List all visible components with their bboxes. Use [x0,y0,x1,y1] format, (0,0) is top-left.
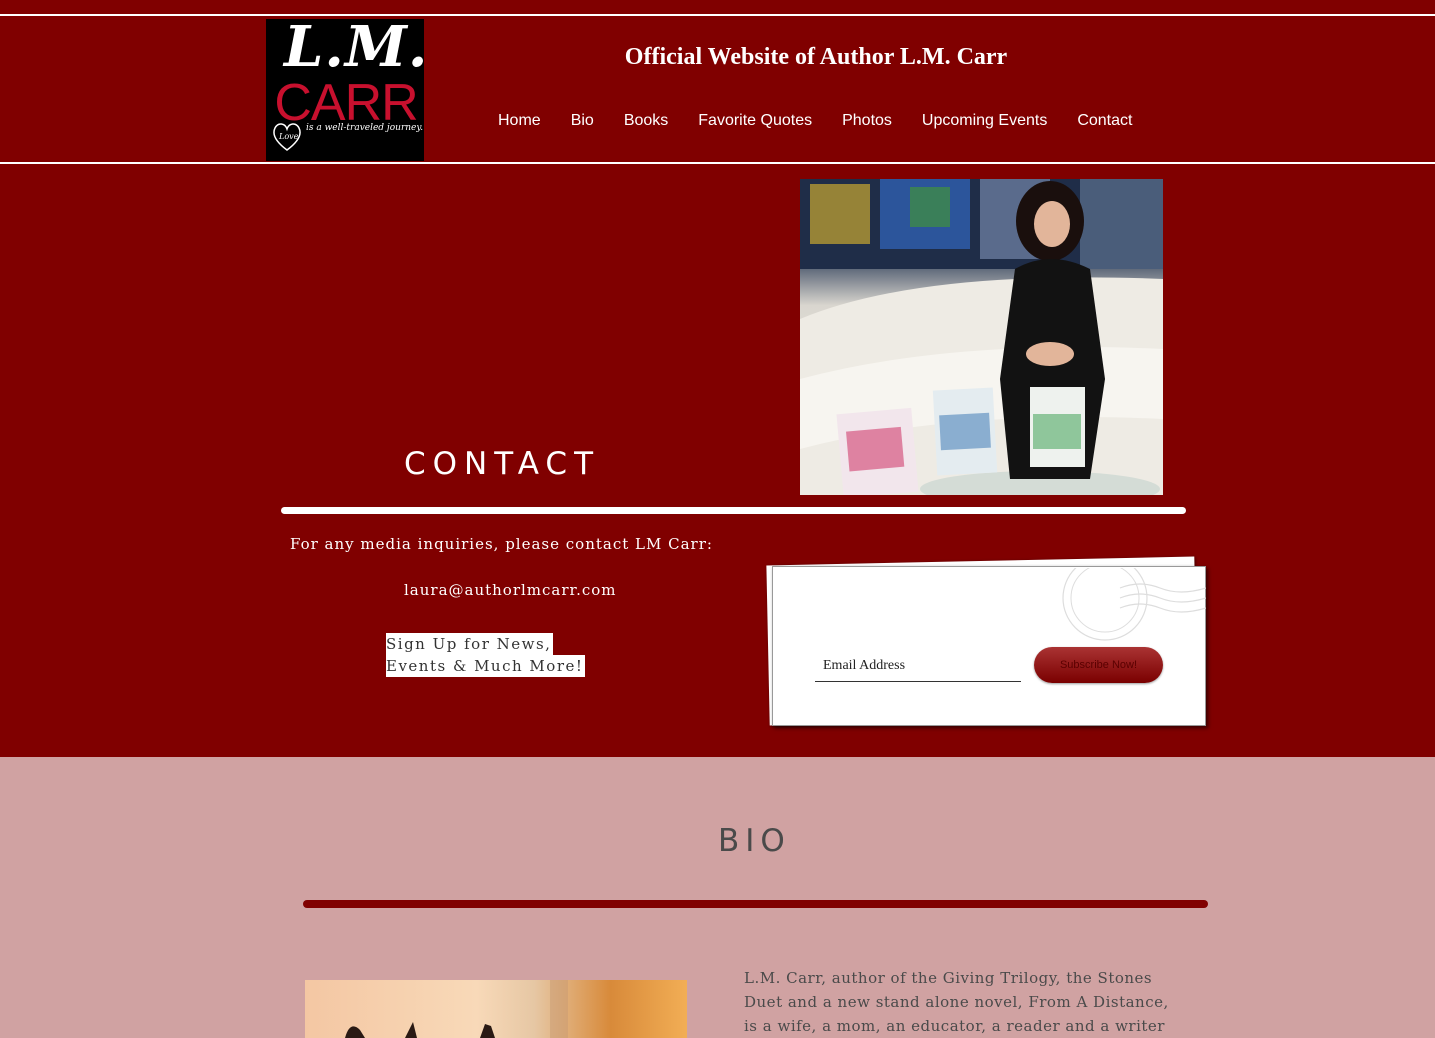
contact-email-link[interactable]: laura@authorlmcarr.com [404,581,617,599]
contact-heading: CONTACT [404,446,601,482]
media-inquiry-text: For any media inquiries, please contact … [290,535,713,553]
nav-bio[interactable]: Bio [556,109,609,133]
bio-paragraph: L.M. Carr, author of the Giving Trilogy,… [744,966,1189,1038]
bio-text-line-2: Duet and a new stand alone novel, From A… [744,993,1169,1011]
nav-books[interactable]: Books [609,109,683,133]
bio-text-line-3: is a wife, a mom, an educator, a reader … [744,1017,1165,1035]
main-nav: Home Bio Books Favorite Quotes Photos Up… [483,109,1147,133]
nav-home[interactable]: Home [483,109,556,133]
signup-prompt: Sign Up for News, Events & Much More! [386,633,586,677]
bio-divider [303,900,1208,908]
subscribe-button[interactable]: Subscribe Now! [1034,647,1163,683]
nav-favorite-quotes[interactable]: Favorite Quotes [683,109,827,133]
bio-heading: BIO [718,823,791,859]
header-bottom-rule [0,162,1435,164]
bio-text-line-1: L.M. Carr, author of the Giving Trilogy,… [744,969,1153,987]
logo-heart-word: Love [278,132,299,141]
logo-tagline: is a well-traveled journey. [306,123,424,133]
logo-initials: L.M. [284,19,424,80]
postmark-icon [1062,568,1206,641]
site-title: Official Website of Author L.M. Carr [624,44,1008,70]
site-logo[interactable]: L.M. CARR Love is a well-traveled journe… [266,19,424,161]
nav-contact[interactable]: Contact [1062,109,1147,133]
newsletter-email-input[interactable] [815,650,1021,682]
heart-icon: Love [273,123,301,151]
nav-upcoming-events[interactable]: Upcoming Events [907,109,1062,133]
nav-photos[interactable]: Photos [827,109,907,133]
bio-section [0,757,1435,1038]
contact-divider [281,507,1186,514]
author-photo [800,179,1163,495]
header-top-rule [0,14,1435,16]
signup-line-2: Events & Much More! [386,655,586,677]
bio-photo [305,980,687,1038]
signup-line-1: Sign Up for News, [386,633,554,655]
